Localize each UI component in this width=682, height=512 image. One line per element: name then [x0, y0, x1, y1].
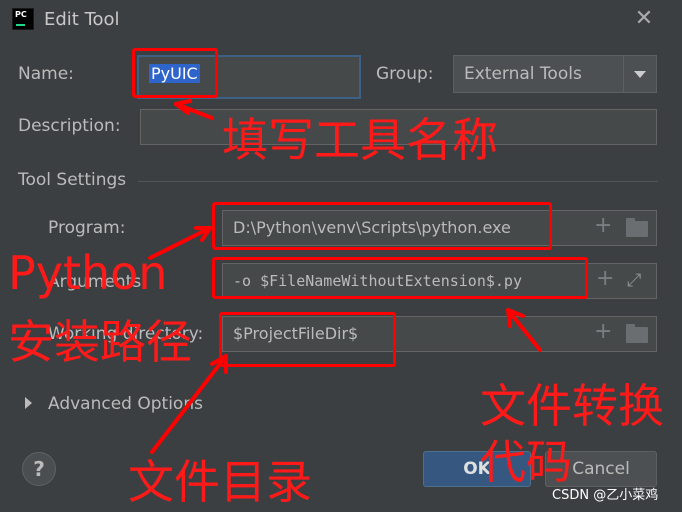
annotation-convert-line2: 代码 — [480, 435, 572, 489]
annotation-python-line1: Python — [8, 246, 168, 300]
annotation-name-hint: 填写工具名称 — [222, 113, 498, 167]
annotation-dir-hint: 文件目录 — [128, 455, 312, 509]
watermark: CSDN @乙小菜鸡 — [552, 488, 659, 503]
annotation-python-line2: 安装路径 — [8, 315, 192, 369]
